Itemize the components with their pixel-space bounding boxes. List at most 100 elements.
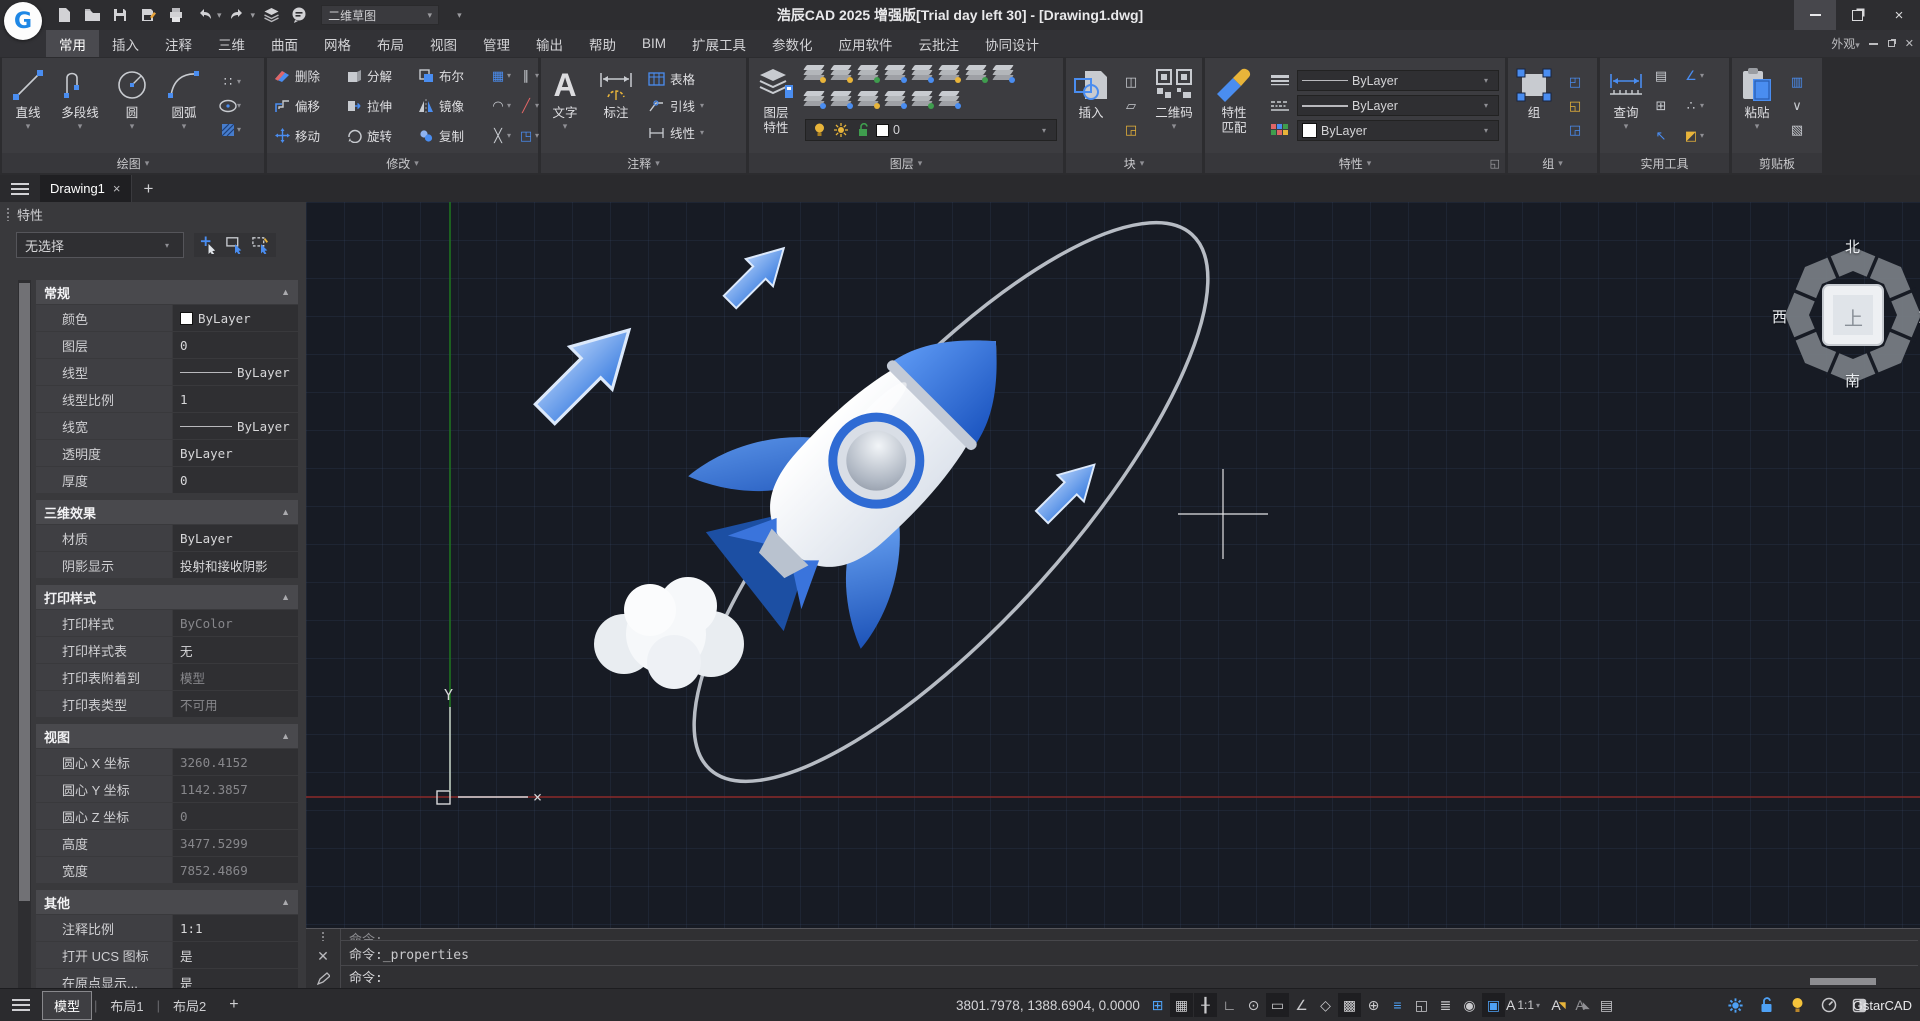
redo-icon[interactable] (226, 3, 250, 27)
property-value[interactable]: 0 (173, 467, 298, 493)
undo-icon[interactable] (192, 3, 216, 27)
new-tab-button[interactable]: + (132, 179, 166, 199)
menu-tab-网格[interactable]: 网格 (311, 30, 364, 58)
menu-tab-参数化[interactable]: 参数化 (759, 30, 826, 58)
annotation-auto-icon[interactable]: A◣ (1571, 993, 1594, 1017)
polar-tracking-icon[interactable]: ⊙ (1242, 993, 1265, 1017)
property-row[interactable]: 打印样式ByColor (36, 610, 298, 636)
doc-close-button[interactable]: ✕ (1905, 37, 1914, 50)
restore-button[interactable] (1836, 0, 1878, 30)
print-icon[interactable] (164, 3, 188, 27)
copy-clip-icon[interactable]: ▥ (1788, 73, 1806, 91)
lineweight-select[interactable]: ByLayer▾ (1297, 95, 1499, 116)
menu-tab-布局[interactable]: 布局 (364, 30, 417, 58)
menu-tab-常用[interactable]: 常用 (46, 30, 99, 58)
doc-restore-button[interactable] (1888, 40, 1895, 47)
copy-base-icon[interactable]: ▧ (1788, 121, 1806, 139)
annotation-visibility-icon[interactable]: A◥ (1547, 993, 1570, 1017)
layer-tool-icon[interactable] (913, 64, 931, 82)
layer-tool-icon[interactable] (913, 90, 931, 108)
view-cube[interactable]: 上 北 南 西 东 (1778, 240, 1920, 390)
property-value[interactable]: 3260.4152 (173, 749, 298, 775)
property-row[interactable]: 线型ByLayer (36, 359, 298, 385)
match-properties-button[interactable]: 特性匹配 (1205, 58, 1263, 153)
minimize-button[interactable] (1794, 0, 1836, 30)
property-row[interactable]: 打印表附着到模型 (36, 664, 298, 690)
select-object-icon[interactable] (200, 236, 218, 254)
layer-tool-icon[interactable] (859, 90, 877, 108)
zoom-preview-icon[interactable]: ◉ (1458, 993, 1481, 1017)
旋转-button[interactable]: 旋转 (345, 121, 417, 151)
dynamic-input-icon[interactable]: ▭ (1266, 993, 1289, 1017)
undo-caret-icon[interactable]: ▾ (217, 10, 222, 21)
close-button[interactable]: × (1878, 0, 1920, 30)
color-list-icon[interactable] (1271, 121, 1289, 139)
chat-icon[interactable] (287, 3, 311, 27)
menu-tab-应用软件[interactable]: 应用软件 (826, 30, 906, 58)
property-row[interactable]: 圆心 Y 坐标1142.3857 (36, 776, 298, 802)
linetype-list-icon[interactable] (1271, 97, 1289, 115)
list-icon[interactable]: ∴ (1682, 97, 1700, 115)
toolbar-overflow-icon[interactable]: ▾ (457, 10, 462, 21)
property-value[interactable]: 7852.4869 (173, 857, 298, 883)
viewport-config-icon[interactable]: ▤ (1595, 993, 1618, 1017)
dialog-launcher-icon[interactable]: ◱ (1490, 157, 1500, 170)
collapse-icon[interactable]: ▲ (281, 287, 290, 297)
viewcube-top-label[interactable]: 上 (1844, 304, 1863, 331)
hatch-icon[interactable] (219, 121, 237, 139)
ungroup-icon[interactable]: ◱ (1566, 97, 1584, 115)
layer-tool-icon[interactable] (832, 64, 850, 82)
collapse-icon[interactable]: ▲ (281, 897, 290, 907)
palette-grip[interactable] (6, 207, 11, 221)
property-value[interactable]: 0 (173, 803, 298, 829)
移动-button[interactable]: 移动 (273, 121, 345, 151)
property-value[interactable]: ByLayer (173, 525, 298, 551)
status-menu-icon[interactable] (0, 999, 42, 1011)
section-header-打印样式[interactable]: 打印样式▲ (36, 585, 298, 609)
property-row[interactable]: 透明度ByLayer (36, 440, 298, 466)
menu-tab-视图[interactable]: 视图 (417, 30, 470, 58)
open-file-icon[interactable] (80, 3, 104, 27)
property-row[interactable]: 线型比例1 (36, 386, 298, 412)
ortho-icon[interactable]: ∟ (1218, 993, 1241, 1017)
property-row[interactable]: 颜色ByLayer (36, 305, 298, 331)
qrcode-button[interactable]: 二维码▾ (1146, 58, 1202, 153)
section-header-三维效果[interactable]: 三维效果▲ (36, 500, 298, 524)
property-value[interactable]: 3477.5299 (173, 830, 298, 856)
menu-tab-BIM[interactable]: BIM (629, 32, 679, 55)
property-row[interactable]: 线宽ByLayer (36, 413, 298, 439)
section-header-视图[interactable]: 视图▲ (36, 724, 298, 748)
grid-icon[interactable]: ▦ (1170, 993, 1193, 1017)
分解-button[interactable]: 分解 (345, 61, 417, 91)
file-tab-drawing1[interactable]: Drawing1× (40, 175, 132, 202)
property-value[interactable]: 1 (173, 386, 298, 412)
group-select-icon[interactable]: ◲ (1566, 121, 1584, 139)
panel-footer-annotate[interactable]: 注释▾ (541, 153, 746, 173)
layer-tool-icon[interactable] (832, 90, 850, 108)
property-value[interactable]: 模型 (173, 664, 298, 690)
layout-tab-布局1[interactable]: 布局1 (99, 992, 154, 1019)
panel-footer-block[interactable]: 块▾ (1066, 153, 1202, 173)
group-edit-icon[interactable]: ◰ (1566, 73, 1584, 91)
isolate-objects-icon[interactable]: ≣ (1434, 993, 1457, 1017)
command-grip[interactable] (321, 931, 326, 941)
selection-filter-select[interactable]: 无选择▾ (16, 232, 184, 258)
annotation-scale-control[interactable]: A 1:1 ▾ (1506, 997, 1546, 1013)
scale-icon[interactable]: ◳ (517, 127, 535, 145)
point-style-icon[interactable]: ∷ (219, 73, 237, 91)
trim-icon[interactable]: ╳ (489, 127, 507, 145)
拉伸-button[interactable]: 拉伸 (345, 91, 417, 121)
property-value[interactable]: 投射和接收阴影 (173, 552, 298, 578)
object-tracking-icon[interactable]: ⊕ (1362, 993, 1385, 1017)
dimension-button[interactable]: 标注 (589, 58, 643, 153)
panel-footer-utilities[interactable]: 实用工具 (1600, 153, 1729, 173)
collapse-icon[interactable]: ▲ (281, 731, 290, 741)
circle-button[interactable]: 圆▾ (106, 58, 158, 153)
复制-button[interactable]: 复制 (417, 121, 489, 151)
linear-dim-button[interactable]: 线性▾ (647, 121, 710, 145)
object-snap-icon[interactable]: ◇ (1314, 993, 1337, 1017)
panel-footer-layer[interactable]: 图层▾ (749, 153, 1063, 173)
layer-tool-icon[interactable] (967, 64, 985, 82)
layer-tool-icon[interactable] (886, 90, 904, 108)
lineweight-icon[interactable]: ≡ (1386, 993, 1409, 1017)
